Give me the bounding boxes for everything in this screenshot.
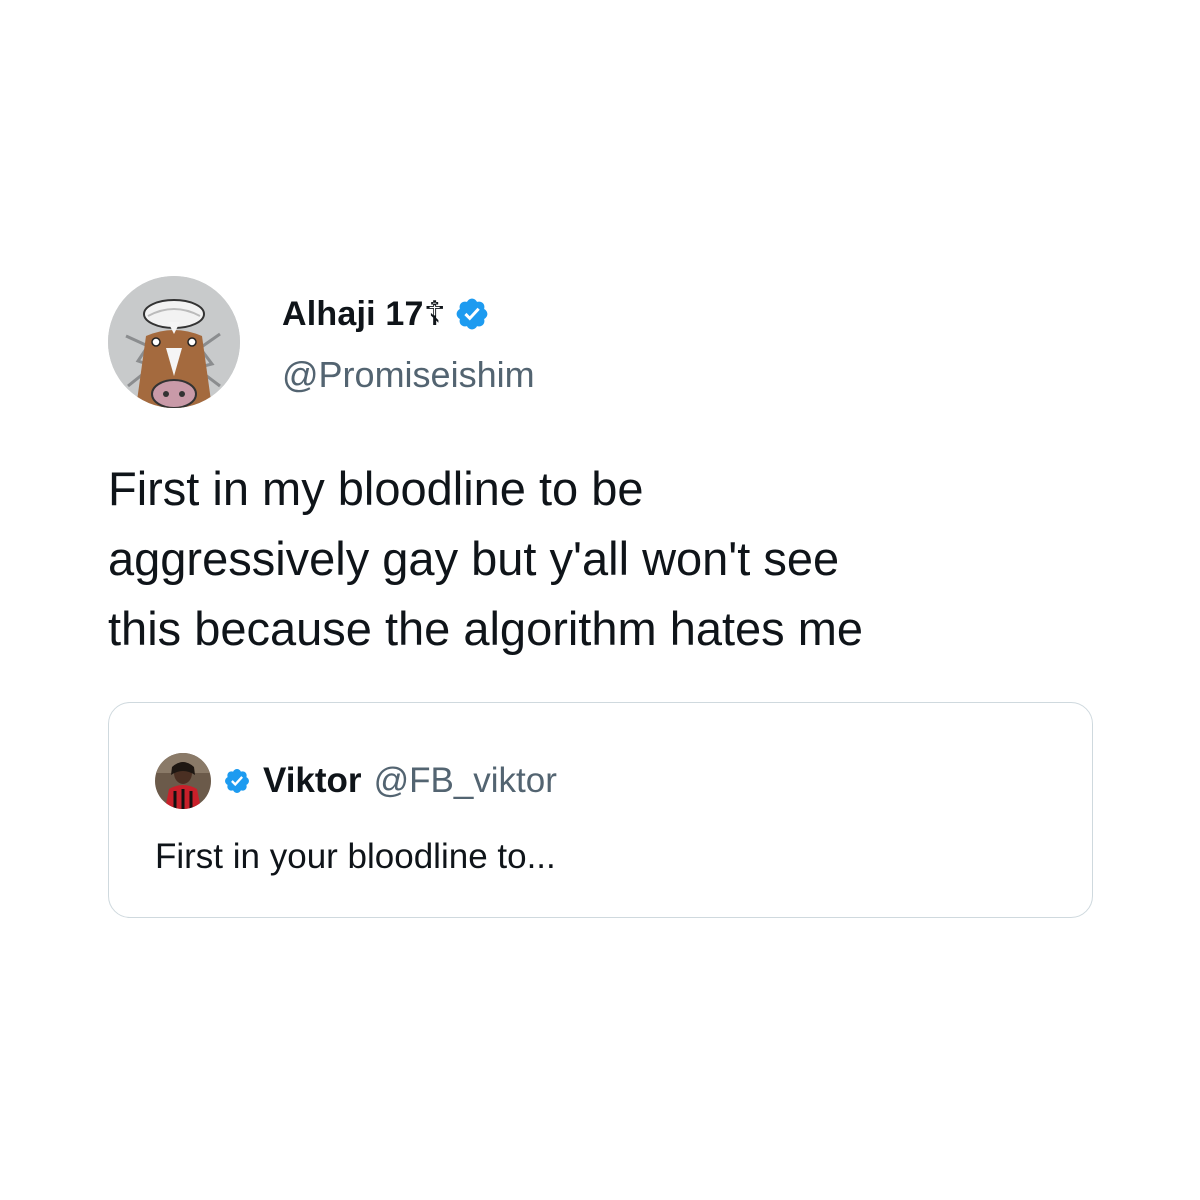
horse-cartoon-avatar-icon [108,276,240,408]
tweet-text: First in my bloodline to be aggressively… [108,462,864,655]
quoted-author-handle[interactable]: @FB_viktor [374,761,557,801]
person-photo-avatar-icon [155,753,211,809]
quoted-tweet-header: Viktor @FB_viktor [155,753,1046,809]
tweet-header: Alhaji 17☦ @Promiseishim [108,276,1093,408]
verified-badge-icon [456,298,488,330]
author-display-name[interactable]: Alhaji 17☦ [282,294,446,334]
author-names: Alhaji 17☦ @Promiseishim [282,276,535,396]
author-name-row: Alhaji 17☦ [282,290,535,338]
quoted-tweet[interactable]: Viktor @FB_viktor First in your bloodlin… [108,702,1093,918]
quoted-author-avatar[interactable] [155,753,211,809]
verified-badge-icon [225,769,249,793]
author-avatar[interactable] [108,276,240,408]
quoted-author-display-name[interactable]: Viktor [263,761,362,801]
author-handle[interactable]: @Promiseishim [282,354,535,396]
tweet-card: Alhaji 17☦ @Promiseishim First in my blo… [108,276,1093,918]
quoted-tweet-text: First in your bloodline to... [155,837,556,876]
